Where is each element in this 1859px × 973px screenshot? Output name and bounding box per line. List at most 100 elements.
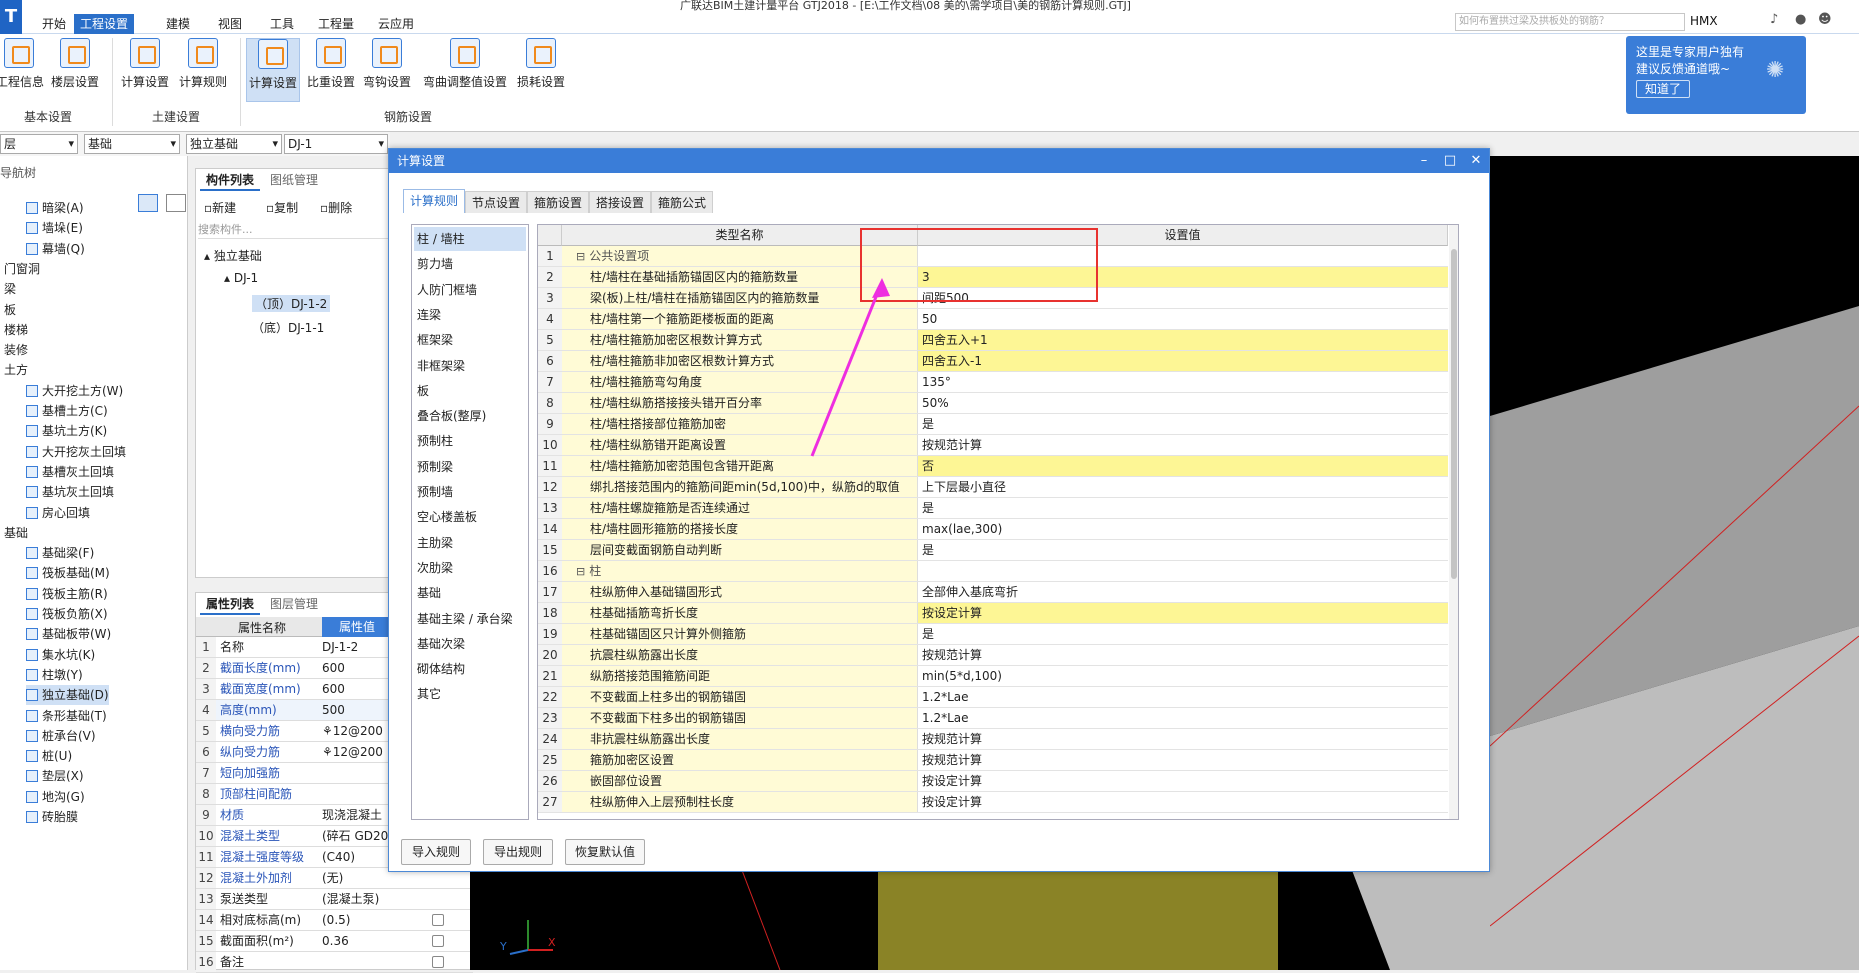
rule-value[interactable]: 按规范计算 bbox=[918, 729, 1448, 749]
nav-item[interactable]: 基坑灰土回填 bbox=[26, 482, 114, 502]
property-row[interactable]: 13 泵送类型 (混凝土泵) bbox=[196, 889, 473, 910]
rule-value[interactable]: 四舍五入-1 bbox=[918, 351, 1448, 371]
rule-category-item[interactable]: 剪力墙 bbox=[414, 252, 526, 276]
nav-item[interactable]: 基槽灰土回填 bbox=[26, 462, 114, 482]
rule-category-item[interactable]: 叠合板(整厚) bbox=[414, 404, 526, 428]
bend-adjust-button[interactable]: 弯曲调整值设置 bbox=[420, 38, 510, 94]
nav-item[interactable]: 筏板主筋(R) bbox=[26, 584, 108, 604]
list-view-icon[interactable] bbox=[138, 194, 158, 212]
nav-item[interactable]: 暗梁(A) bbox=[26, 198, 84, 218]
rule-row[interactable]: 19 柱基础锚固区只计算外侧箍筋是 bbox=[538, 624, 1448, 645]
rule-value[interactable] bbox=[918, 561, 1448, 581]
rule-category-item[interactable]: 柱 / 墙柱 bbox=[414, 227, 526, 251]
weight-settings-button[interactable]: 比重设置 bbox=[306, 38, 356, 94]
rule-category-item[interactable]: 空心楼盖板 bbox=[414, 505, 526, 529]
rule-category-item[interactable]: 预制梁 bbox=[414, 455, 526, 479]
tab-stirrup-settings[interactable]: 箍筋设置 bbox=[527, 191, 590, 213]
grid-scrollbar[interactable] bbox=[1449, 225, 1458, 819]
rule-row[interactable]: 25 箍筋加密区设置 按规范计算 bbox=[538, 750, 1448, 771]
rule-value[interactable]: 按设定计算 bbox=[918, 603, 1448, 623]
attach-checkbox[interactable] bbox=[432, 956, 444, 968]
close-icon[interactable]: ✕ bbox=[1463, 149, 1489, 173]
property-row[interactable]: 14 相对底标高(m) (0.5) bbox=[196, 910, 473, 931]
rule-value[interactable]: 135° bbox=[918, 372, 1448, 392]
rule-value[interactable]: 1.2*Lae bbox=[918, 708, 1448, 728]
nav-item[interactable]: 垫层(X) bbox=[26, 766, 84, 786]
tab-lap-settings[interactable]: 搭接设置 bbox=[589, 191, 652, 213]
tab-node-settings[interactable]: 节点设置 bbox=[465, 191, 528, 213]
rule-category-item[interactable]: 基础主梁 / 承台梁 bbox=[414, 607, 526, 631]
rule-value[interactable]: 按设定计算 bbox=[918, 792, 1448, 812]
nav-category[interactable]: 门窗洞 bbox=[4, 259, 40, 279]
nav-item[interactable]: 地沟(G) bbox=[26, 787, 85, 807]
rule-value[interactable]: 是 bbox=[918, 498, 1448, 518]
rule-row[interactable]: 26 嵌固部位设置 按设定计算 bbox=[538, 771, 1448, 792]
rule-category-item[interactable]: 预制柱 bbox=[414, 429, 526, 453]
rule-row[interactable]: 18 柱基础插筋弯折长度 按设定计算 bbox=[538, 603, 1448, 624]
nav-category[interactable]: 基础 bbox=[4, 523, 28, 543]
nav-item[interactable]: 幕墙(Q) bbox=[26, 239, 85, 259]
tree-node-dj1-bottom[interactable]: （底）DJ-1-1 bbox=[252, 319, 324, 336]
export-rules-button[interactable]: 导出规则 bbox=[483, 839, 553, 865]
user-name[interactable]: HMX bbox=[1690, 14, 1718, 28]
attach-checkbox[interactable] bbox=[432, 914, 444, 926]
tab-home[interactable]: 开始 bbox=[36, 14, 72, 34]
model-viewport[interactable] bbox=[1490, 156, 1859, 970]
rule-row[interactable]: 15 层间变截面钢筋自动判断是 bbox=[538, 540, 1448, 561]
nav-item[interactable]: 基础梁(F) bbox=[26, 543, 94, 563]
rule-value[interactable]: 否 bbox=[918, 456, 1448, 476]
nav-category[interactable]: 楼梯 bbox=[4, 320, 28, 340]
nav-item[interactable]: 条形基础(T) bbox=[26, 706, 107, 726]
rule-value[interactable]: 全部伸入基底弯折 bbox=[918, 582, 1448, 602]
rule-value[interactable]: 50 bbox=[918, 309, 1448, 329]
rule-category-item[interactable]: 其它 bbox=[414, 682, 526, 706]
nav-category[interactable]: 梁 bbox=[4, 279, 16, 299]
tree-node-foundation[interactable]: ▴ 独立基础 bbox=[204, 247, 262, 264]
rule-value[interactable]: max(lae,300) bbox=[918, 519, 1448, 539]
rule-value[interactable]: 按设定计算 bbox=[918, 771, 1448, 791]
nav-item[interactable]: 房心回填 bbox=[26, 503, 90, 523]
rule-row[interactable]: 7 柱/墙柱箍筋弯勾角度 135° bbox=[538, 372, 1448, 393]
rule-row[interactable]: 8 柱/墙柱纵筋搭接接头错开百分率 50% bbox=[538, 393, 1448, 414]
grid-view-icon[interactable] bbox=[166, 194, 186, 212]
floor-combo[interactable]: 层 bbox=[0, 134, 78, 154]
rule-row[interactable]: 5 柱/墙柱箍筋加密区根数计算方式 四舍五入+1 bbox=[538, 330, 1448, 351]
type-combo[interactable]: 独立基础 bbox=[186, 134, 282, 154]
nav-category[interactable]: 装修 bbox=[4, 340, 28, 360]
civil-calc-settings-button[interactable]: 计算设置 bbox=[120, 38, 170, 94]
rule-row[interactable]: 13 柱/墙柱螺旋箍筋是否连续通过是 bbox=[538, 498, 1448, 519]
rule-row[interactable]: 17 柱纵筋伸入基础锚固形式 全部伸入基底弯折 bbox=[538, 582, 1448, 603]
rule-value[interactable]: 是 bbox=[918, 414, 1448, 434]
floor-settings-button[interactable]: 楼层设置 bbox=[50, 38, 100, 94]
component-search-input[interactable]: 搜索构件... bbox=[198, 221, 388, 239]
nav-item[interactable]: 筏板负筋(X) bbox=[26, 604, 108, 624]
rule-category-item[interactable]: 基础次梁 bbox=[414, 632, 526, 656]
property-row[interactable]: 15 截面面积(m²) 0.36 bbox=[196, 931, 473, 952]
nav-item[interactable]: 墙垛(E) bbox=[26, 218, 83, 238]
rule-row[interactable]: 24 非抗震柱纵筋露出长度 按规范计算 bbox=[538, 729, 1448, 750]
nav-item[interactable]: 大开挖土方(W) bbox=[26, 381, 123, 401]
maximize-icon[interactable]: □ bbox=[1437, 149, 1463, 173]
rule-row[interactable]: 21 纵筋搭接范围箍筋间距 min(5*d,100) bbox=[538, 666, 1448, 687]
rule-row[interactable]: 16柱 bbox=[538, 561, 1448, 582]
rule-category-item[interactable]: 预制墙 bbox=[414, 480, 526, 504]
tab-component-list[interactable]: 构件列表 bbox=[200, 169, 261, 191]
rule-row[interactable]: 22 不变截面上柱多出的钢筋锚固 1.2*Lae bbox=[538, 687, 1448, 708]
rule-value[interactable]: 四舍五入+1 bbox=[918, 330, 1448, 350]
tab-project-settings[interactable]: 工程设置 bbox=[74, 14, 135, 34]
rule-category-item[interactable]: 非框架梁 bbox=[414, 354, 526, 378]
nav-item[interactable]: 集水坑(K) bbox=[26, 645, 95, 665]
rule-row[interactable]: 14 柱/墙柱圆形箍筋的搭接长度 max(lae,300) bbox=[538, 519, 1448, 540]
tab-view[interactable]: 视图 bbox=[212, 14, 248, 34]
rule-category-item[interactable]: 人防门框墙 bbox=[414, 278, 526, 302]
rule-category-item[interactable]: 基础 bbox=[414, 581, 526, 605]
nav-item[interactable]: 基坑土方(K) bbox=[26, 421, 107, 441]
nav-item[interactable]: 独立基础(D) bbox=[26, 685, 109, 706]
rule-category-item[interactable]: 连梁 bbox=[414, 303, 526, 327]
tab-quantity[interactable]: 工程量 bbox=[312, 14, 360, 34]
nav-item[interactable]: 大开挖灰土回填 bbox=[26, 442, 126, 462]
chat-icon[interactable]: ● bbox=[1795, 12, 1806, 27]
tree-node-dj1[interactable]: ▴ DJ-1 bbox=[224, 271, 258, 285]
rule-value[interactable]: min(5*d,100) bbox=[918, 666, 1448, 686]
rule-row[interactable]: 10 柱/墙柱纵筋错开距离设置 按规范计算 bbox=[538, 435, 1448, 456]
